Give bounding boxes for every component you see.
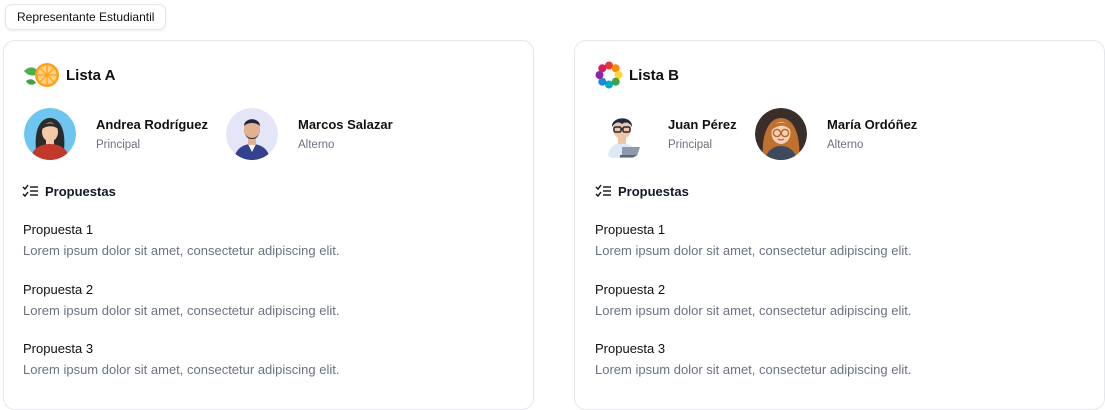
candidate-role: Principal [668, 139, 713, 151]
proposal-item: Propuesta 3 Lorem ipsum dolor sit amet, … [595, 340, 911, 378]
proposals-heading-label: Propuestas [618, 183, 689, 199]
colorful-flower-icon [595, 61, 623, 89]
boy-with-laptop-avatar [596, 108, 648, 160]
election-tag: Representante Estudiantil [5, 4, 167, 30]
proposal-title: Propuesta 1 [595, 222, 666, 237]
candidate-role: Alterno [298, 139, 335, 151]
proposal-description: Lorem ipsum dolor sit amet, consectetur … [595, 303, 912, 318]
proposal-description: Lorem ipsum dolor sit amet, consectetur … [23, 243, 340, 258]
proposal-title: Propuesta 1 [23, 222, 94, 237]
proposal-item: Propuesta 3 Lorem ipsum dolor sit amet, … [23, 340, 339, 378]
checklist-icon [595, 184, 611, 198]
list-b-card: Lista B Juan Pérez Principal María Ordóñ… [574, 40, 1105, 410]
list-b-title: Lista B [629, 66, 680, 84]
proposal-item: Propuesta 1 Lorem ipsum dolor sit amet, … [23, 221, 339, 259]
orange-slice-icon [24, 63, 59, 87]
candidate-name: María Ordóñez [827, 117, 918, 132]
checklist-icon [22, 184, 38, 198]
candidate-name: Juan Pérez [668, 117, 737, 132]
candidate-principal: Andrea Rodríguez Principal [24, 107, 208, 161]
list-b-header: Lista B [595, 61, 679, 89]
candidate-name: Marcos Salazar [298, 117, 393, 132]
bearded-man-avatar [226, 108, 278, 160]
candidate-role: Alterno [827, 139, 864, 151]
candidate-alterno: María Ordóñez Alterno [755, 107, 917, 161]
proposal-title: Propuesta 2 [23, 282, 94, 297]
proposals-heading-label: Propuestas [45, 183, 116, 199]
proposal-description: Lorem ipsum dolor sit amet, consectetur … [23, 362, 340, 377]
proposal-description: Lorem ipsum dolor sit amet, consectetur … [595, 243, 912, 258]
proposal-title: Propuesta 3 [23, 341, 94, 356]
proposal-item: Propuesta 2 Lorem ipsum dolor sit amet, … [595, 281, 911, 319]
girl-with-glasses-avatar [755, 108, 807, 160]
proposal-title: Propuesta 2 [595, 282, 666, 297]
candidate-role: Principal [96, 139, 141, 151]
candidate-principal: Juan Pérez Principal [596, 107, 737, 161]
candidate-name: Andrea Rodríguez [96, 117, 208, 132]
proposal-item: Propuesta 2 Lorem ipsum dolor sit amet, … [23, 281, 339, 319]
proposals-heading: Propuestas [595, 181, 689, 201]
proposal-item: Propuesta 1 Lorem ipsum dolor sit amet, … [595, 221, 911, 259]
proposal-description: Lorem ipsum dolor sit amet, consectetur … [23, 303, 340, 318]
list-a-header: Lista A [22, 61, 115, 89]
woman-avatar [24, 108, 76, 160]
proposals-heading: Propuestas [22, 181, 116, 201]
candidate-alterno: Marcos Salazar Alterno [226, 107, 393, 161]
list-a-card: Lista A Andrea Rodríguez Principal Marco… [3, 40, 534, 410]
proposal-title: Propuesta 3 [595, 341, 666, 356]
proposal-description: Lorem ipsum dolor sit amet, consectetur … [595, 362, 912, 377]
list-a-title: Lista A [66, 66, 116, 84]
